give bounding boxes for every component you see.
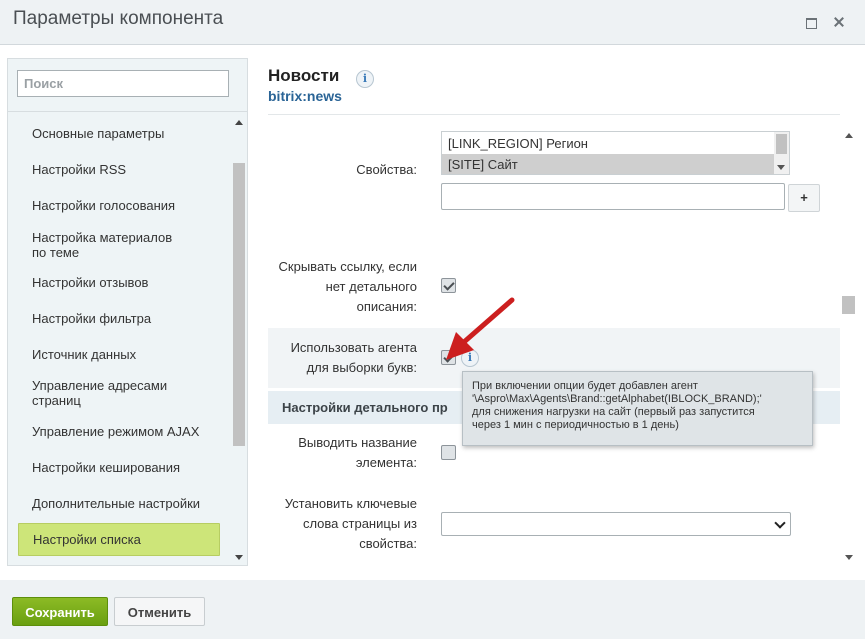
title-bar: Параметры компонента: [0, 0, 865, 45]
show-name-label-line: элемента:: [355, 455, 417, 470]
listbox-option[interactable]: [LINK_REGION] Регион: [442, 133, 774, 154]
keywords-label-line: слова страницы из: [302, 516, 417, 531]
scroll-down-icon[interactable]: [845, 555, 853, 560]
sidebar-item-urls[interactable]: Управление адресами страниц: [18, 378, 178, 408]
close-icon[interactable]: [829, 12, 849, 32]
scroll-thumb[interactable]: [842, 296, 855, 314]
use-agent-label-line: для выборки букв:: [306, 360, 417, 375]
tooltip-line: '\Aspro\Max\Agents\Brand::getAlphabet(IB…: [472, 393, 762, 405]
listbox-scroll-thumb[interactable]: [776, 134, 787, 154]
listbox-option-selected[interactable]: [SITE] Сайт: [442, 154, 774, 174]
content-scrollbar[interactable]: [841, 128, 856, 564]
sidebar-item-additional[interactable]: Дополнительные настройки: [18, 496, 220, 511]
use-agent-label-line: Использовать агента: [290, 340, 417, 355]
maximize-icon[interactable]: [801, 12, 821, 32]
hide-link-label-line: описания:: [356, 299, 417, 314]
component-title: Новости: [268, 66, 340, 85]
dialog-footer: Сохранить Отменить: [0, 580, 865, 639]
scroll-thumb[interactable]: [233, 163, 245, 446]
sidebar: Основные параметры Настройки RSS Настрой…: [7, 58, 248, 566]
hide-link-label-line: нет детального: [325, 279, 417, 294]
chevron-down-icon[interactable]: [777, 165, 785, 170]
sidebar-item-ajax[interactable]: Управление режимом AJAX: [18, 424, 220, 439]
chevron-down-icon: [774, 517, 786, 529]
sidebar-scrollbar[interactable]: [232, 113, 246, 563]
save-button[interactable]: Сохранить: [12, 597, 108, 626]
hide-link-checkbox[interactable]: [441, 278, 456, 293]
sidebar-item-datasource[interactable]: Источник данных: [18, 347, 220, 362]
sidebar-divider: [8, 111, 247, 112]
sidebar-item-reviews[interactable]: Настройки отзывов: [18, 275, 220, 290]
search-input[interactable]: [17, 70, 229, 97]
scroll-down-icon[interactable]: [235, 555, 243, 560]
tooltip-line: для снижения нагрузки на сайт (первый ра…: [472, 406, 755, 418]
window-title: Параметры компонента: [13, 8, 224, 29]
add-property-button[interactable]: +: [788, 184, 820, 212]
use-agent-label: Использовать агента для выборки букв:: [268, 338, 417, 378]
settings-form: Свойства: [LINK_REGION] Регион [SITE] Са…: [268, 115, 840, 565]
sidebar-item-rss[interactable]: Настройки RSS: [18, 162, 220, 177]
sidebar-item-voting[interactable]: Настройки голосования: [18, 198, 220, 213]
listbox-scrollbar[interactable]: [774, 132, 789, 174]
properties-listbox[interactable]: [LINK_REGION] Регион [SITE] Сайт: [441, 131, 790, 175]
sidebar-item-list-settings[interactable]: Настройки списка: [18, 523, 220, 556]
hide-link-label: Скрывать ссылку, если нет детального опи…: [268, 257, 417, 317]
keywords-label-line: Установить ключевые: [284, 496, 417, 511]
scroll-up-icon[interactable]: [845, 133, 853, 138]
component-code: bitrix:news: [268, 88, 342, 104]
red-arrow-icon: [446, 297, 515, 360]
sidebar-item-filter[interactable]: Настройки фильтра: [18, 311, 220, 326]
property-add-input[interactable]: [441, 183, 785, 210]
keywords-select[interactable]: [441, 512, 791, 536]
tooltip-line: При включении опции будет добавлен агент: [472, 380, 698, 392]
show-name-checkbox[interactable]: [441, 445, 456, 460]
cancel-button[interactable]: Отменить: [114, 597, 205, 626]
tooltip-line: через 1 мин с периодичностью в 1 день): [472, 419, 679, 431]
hide-link-label-line: Скрывать ссылку, если: [278, 259, 417, 274]
show-name-label: Выводить название элемента:: [268, 433, 417, 473]
agent-tooltip: При включении опции будет добавлен агент…: [462, 371, 813, 446]
properties-label: Свойства:: [356, 162, 417, 177]
sidebar-item-related[interactable]: Настройка материалов по теме: [18, 230, 188, 260]
sidebar-item-cache[interactable]: Настройки кеширования: [18, 460, 220, 475]
show-name-label-line: Выводить название: [298, 435, 417, 450]
scroll-up-icon[interactable]: [235, 120, 243, 125]
info-icon[interactable]: i: [356, 70, 374, 88]
keywords-label-line: свойства:: [359, 536, 417, 551]
sidebar-item-main[interactable]: Основные параметры: [18, 126, 220, 141]
keywords-label: Установить ключевые слова страницы из св…: [268, 494, 417, 554]
